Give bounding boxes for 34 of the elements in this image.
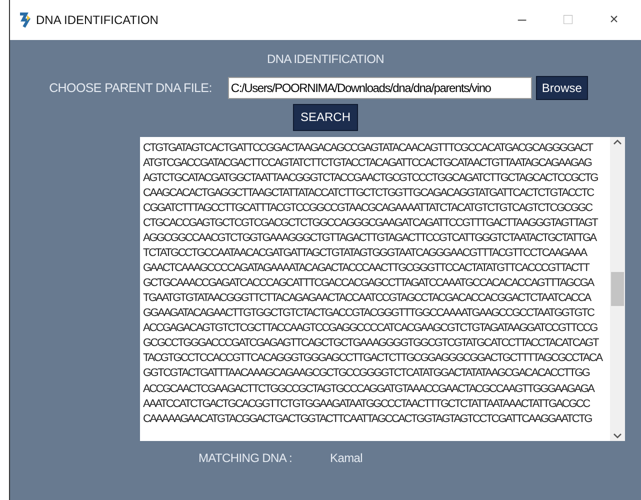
sequence-line: TGAATGTGTATAACGGGTTCTTACAGAGAACTACCAATCCGTAGCCTACGACACCACGGACTCTAATCACCA [143,291,592,306]
sequence-line: GAACTCAAAGCCCCAGATAGAAAATACAGACTACCCAACTTGCGGGTTCCACTATATGTTCACCCGTTACTT [143,261,590,276]
app-icon [18,12,32,28]
sequence-line: CGGATCTTTAGCCTTGCATTTACGTCCGGCCGTAACGCAGAAAATTATCTACATGTCTGTCAGTCTCGCGGC [143,200,594,216]
result-value: Kamal [330,450,363,467]
sequence-line: GCGCCTGGGACCCGATCGAGAGTTCAGCTGCTGAAAGGGGTGGCGTCGTATGCATCCTTACCTACATCAGT [143,336,600,352]
sequence-line: GGTCGTACTGATTTAACAAAGCAGAAGCGCTGCCGGGGTCTCATATGGACTATATAAGCGACACACCTTGG [143,366,591,382]
file-path-field[interactable]: C:/Users/POORNIMA/Downloads/dna/dna/parents/vino [228,77,532,100]
app-heading: DNA IDENTIFICATION [266,51,384,68]
sequence-line: ATGTCGACCGATACGACTTCCAGTATCTTCTGTACCTACAGATTCCACTGCATAACTGTTAATAGCAGAAGAG [143,156,593,171]
sequence-line: GGAAGATACAGAACTTGTGGCTGTCTACTGACCGTACGGGTTTGGCCAAAATGAAGCCGCCTAATGGTGTC [143,306,596,322]
result-label: MATCHING DNA : [198,450,292,467]
sequence-line: AGGCGGCCAACGTCTGGTGAAAGGGCTGTTAGACTTGTAGACTTCCGTCATTGGGTCTAATACTGCTATTGA [143,231,598,246]
sequence-line: ACCGCAACTCGAAGACTTCTGGCCGCTAGTGCCCAGGATGTAAACCGAACTACGCCAAGTTGGGAAGAGA [143,382,596,397]
scroll-down-icon[interactable] [613,432,622,439]
window-title: DNA IDENTIFICATION [36,12,160,29]
scrollbar[interactable] [610,136,625,441]
sequence-line: TACGTGCCTCCACCGTTCACAGGGTGGGAGCCTTGACTCTTGCGGAGGGCGGACTGCTTTTAGCGCCTACA [143,351,604,366]
sequence-line: AAATCCATCTGACTGCACGGTTCTGTGGAAGATAATGGCCCTAACTTTGCTCTATTAATAAACTATTGACGCC [143,396,591,412]
sequence-line: TCTATGCCTGCCAATAACACGATGATTAGCTGTATAGTGGGTAATCAGGGAACGTTTACGTTCCTCAAGAAA [143,246,588,262]
sequence-line: CTGTGATAGTCACTGATTCCGGACTAAGACAGCCGAGTATACAACAGTTTCGCCACATGACGCAGGGGACT [143,140,594,156]
minimize-button[interactable]: – [499,8,545,32]
sequence-line: CTGCACCGAGTGCTCGTCGACGCTCTGGCCAGGGCGAAGATCAGATTCCGTTTGACTTAAGGGTAGTTAGT [143,216,599,232]
search-button[interactable]: SEARCH [293,104,358,131]
sequence-line: AGTCTGCATACGATGGCTAATTAACGGGTCTACCGAACTGCGTCCCTGGCAGATCTTGCTAGCACTCCGCTG [143,170,599,186]
scroll-thumb[interactable] [611,272,624,306]
close-button[interactable]: × [591,8,637,32]
sequence-line: CAAGCACACTGAGGCTTAAGCTATTATACCATCTTGCTCTGGTTGCAGACAGGTATGATTCACTCTGTACCTC [143,186,595,201]
browse-button[interactable]: Browse [536,76,588,100]
sequence-line: CAAAAAGAACATGTACGGACTGACTGGTACTTCAATTAGCCACTGGTAGTAGTCCTCGATTCAAGGAATCTG [143,412,593,427]
file-label: CHOOSE PARENT DNA FILE: [49,80,212,97]
scroll-up-icon[interactable] [613,138,622,145]
sequence-line: GCTGCAAACCGAGATCACCCAGCATTTCGACCACGAGCCTTAGATCCAAATGCCACACACCAGTTTAGCGA [143,276,595,292]
sequence-line: ACCGAGACAGTGTCTCGCTTACCAAGTCCGAGGCCCCATCACGAAGCGTCTGTAGATAAGGATCCGTTCCG [143,321,598,336]
